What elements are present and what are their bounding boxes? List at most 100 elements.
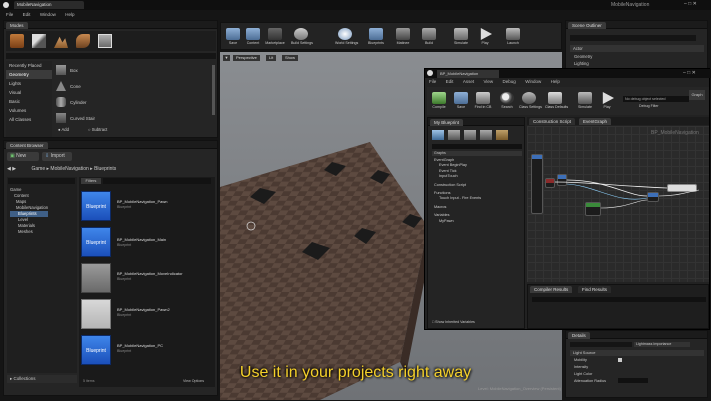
bp-menu-asset[interactable]: Asset: [463, 79, 474, 84]
import-button[interactable]: ⇩ Import: [42, 152, 72, 161]
landscape-mode-icon[interactable]: [54, 36, 68, 48]
project-tab[interactable]: MobileNavigation: [14, 1, 84, 9]
launch-button[interactable]: Launch: [503, 26, 523, 48]
blueprints-button[interactable]: Blueprints: [366, 26, 386, 48]
details-tab[interactable]: Details: [568, 332, 590, 339]
add-graph-icon[interactable]: [480, 130, 492, 140]
details-prop-checkbox[interactable]: [618, 358, 622, 362]
cylinder-brush-icon[interactable]: [56, 97, 66, 107]
folder-meshes[interactable]: Meshes: [10, 229, 48, 235]
breadcrumb-game[interactable]: Game: [32, 166, 46, 172]
world-settings-button[interactable]: World Settings: [335, 26, 358, 48]
outliner-row[interactable]: Geometry: [574, 54, 592, 59]
window-controls[interactable]: – □ ✕: [684, 1, 710, 8]
results-search[interactable]: [532, 297, 706, 302]
geometry-mode-icon[interactable]: [98, 34, 112, 48]
breadcrumb-mobilenavigation[interactable]: MobileNavigation: [50, 166, 88, 172]
bp-menu-edit[interactable]: Edit: [446, 79, 454, 84]
foliage-mode-icon[interactable]: [76, 34, 90, 48]
asset-thumbnail[interactable]: [81, 263, 111, 293]
my-blueprint-tab[interactable]: My Blueprint: [430, 119, 464, 126]
show-inherited-checkbox[interactable]: □ Show Inherited Variables: [432, 320, 475, 324]
outliner-row[interactable]: Lighting: [574, 61, 589, 66]
add-macro-icon[interactable]: [464, 130, 476, 140]
find-results-tab[interactable]: Find Results: [578, 286, 612, 293]
details-search[interactable]: [570, 342, 632, 347]
find-in-cb-button[interactable]: Find in CB: [473, 90, 493, 112]
simulate-button[interactable]: Simulate: [451, 26, 471, 48]
paint-mode-icon[interactable]: [32, 34, 46, 48]
compile-button[interactable]: Compile: [429, 90, 449, 112]
tree-construction-script[interactable]: Construction Script: [434, 183, 481, 188]
menu-file[interactable]: File: [6, 12, 13, 17]
modes-scrollbar[interactable]: [212, 65, 215, 115]
outliner-tab[interactable]: Scene Outliner: [568, 22, 606, 29]
curved-stair-icon[interactable]: [56, 113, 66, 123]
bp-menu-file[interactable]: File: [429, 79, 436, 84]
content-button[interactable]: Content: [243, 26, 263, 48]
bp-title-tab[interactable]: BP_MobileNavigation: [437, 70, 499, 78]
details-dropdown[interactable]: Lightmass Importance: [634, 342, 690, 347]
category-all-classes[interactable]: All Classes: [6, 115, 52, 124]
bp-menu-debug[interactable]: Debug: [503, 79, 516, 84]
graph-mode-button[interactable]: Graph: [689, 90, 705, 100]
class-settings-button[interactable]: Class Settings: [519, 90, 542, 112]
new-button[interactable]: ▣ New: [7, 152, 39, 161]
event-graph-tab[interactable]: EventGraph: [579, 118, 612, 125]
bp-play-button[interactable]: Play: [597, 90, 617, 112]
add-function-icon[interactable]: [448, 130, 460, 140]
add-radio[interactable]: ● Add: [58, 127, 69, 132]
asset-thumbnail[interactable]: Blueprint: [81, 335, 111, 365]
back-arrow-icon[interactable]: ◀: [7, 166, 11, 172]
category-basic[interactable]: Basic: [6, 97, 52, 106]
subtract-radio[interactable]: ○ Subtract: [88, 127, 107, 132]
save-button[interactable]: Save: [223, 26, 243, 48]
cone-brush-icon[interactable]: [56, 81, 66, 91]
debug-filter-dropdown[interactable]: No debug object selected: [623, 96, 689, 102]
asset-thumbnail[interactable]: Blueprint: [81, 191, 111, 221]
place-mode-icon[interactable]: [10, 34, 24, 48]
bp-window-controls[interactable]: – □ ✕: [683, 70, 696, 76]
play-button[interactable]: Play: [475, 26, 495, 48]
filters-button[interactable]: Filters: [81, 178, 101, 184]
graphs-header[interactable]: Graphs: [432, 151, 522, 156]
breadcrumb-blueprints[interactable]: Blueprints: [94, 166, 116, 172]
class-defaults-button[interactable]: Class Defaults: [545, 90, 568, 112]
details-section-header[interactable]: Light Source: [570, 350, 704, 356]
asset-thumbnail[interactable]: [81, 299, 111, 329]
modes-tab[interactable]: Modes: [6, 22, 28, 29]
forward-arrow-icon[interactable]: ▶: [12, 166, 16, 172]
asset-thumbnail[interactable]: Blueprint: [81, 227, 111, 257]
matinee-button[interactable]: Matinee: [393, 26, 413, 48]
category-volumes[interactable]: Volumes: [6, 106, 52, 115]
bp-save-button[interactable]: Save: [451, 90, 471, 112]
tree-inputtouch[interactable]: InputTouch: [434, 174, 481, 179]
category-geometry[interactable]: Geometry: [6, 70, 52, 79]
category-lights[interactable]: Lights: [6, 79, 52, 88]
folder-search[interactable]: [8, 178, 75, 184]
content-browser-tab[interactable]: Content Browser: [6, 142, 48, 149]
add-event-dispatcher-icon[interactable]: [496, 130, 508, 140]
tree-touch-input[interactable]: Touch Input - Fire Events: [434, 196, 481, 201]
tree-macros[interactable]: Macros: [434, 205, 481, 210]
construction-script-tab[interactable]: Construction Script: [529, 118, 576, 125]
bp-simulate-button[interactable]: Simulate: [575, 90, 595, 112]
menu-window[interactable]: Window: [40, 12, 56, 17]
compiler-results-tab[interactable]: Compiler Results: [530, 286, 573, 293]
event-graph-canvas[interactable]: BP_MobileNavigation: [527, 126, 709, 282]
tree-mypawn[interactable]: MyPawn: [434, 219, 481, 224]
bp-menu-window[interactable]: Window: [525, 79, 541, 84]
menu-edit[interactable]: Edit: [23, 12, 31, 17]
add-variable-icon[interactable]: [432, 130, 444, 140]
box-brush-icon[interactable]: [56, 65, 66, 75]
marketplace-button[interactable]: Marketplace: [265, 26, 285, 48]
bp-menu-help[interactable]: Help: [551, 79, 560, 84]
asset-search-input[interactable]: [103, 178, 211, 184]
outliner-search[interactable]: [570, 35, 696, 41]
build-button[interactable]: Build: [419, 26, 439, 48]
menu-help[interactable]: Help: [65, 12, 74, 17]
category-recently-placed[interactable]: Recently Placed: [6, 61, 52, 70]
bp-menu-view[interactable]: View: [483, 79, 493, 84]
search-classes-bar[interactable]: [6, 53, 216, 59]
build-settings-button[interactable]: Build Settings: [291, 26, 313, 48]
